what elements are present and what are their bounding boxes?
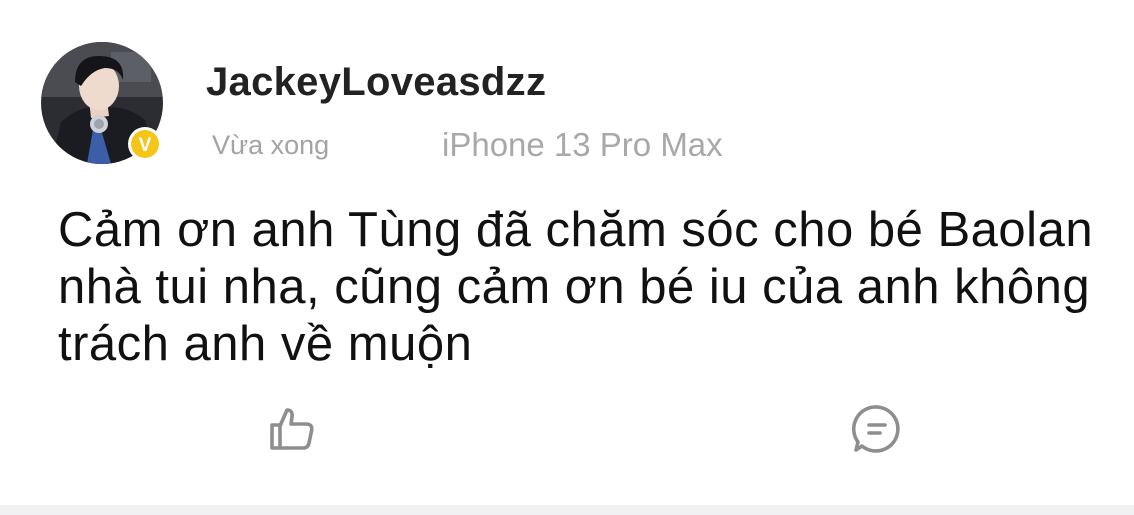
bottom-divider <box>0 505 1134 515</box>
post-device: iPhone 13 Pro Max <box>442 126 723 163</box>
comment-icon <box>851 405 900 453</box>
verified-badge-icon: V <box>128 127 162 161</box>
thumbs-up-icon <box>270 408 314 450</box>
comment-button[interactable] <box>849 401 905 457</box>
avatar[interactable]: V <box>41 42 163 164</box>
author-username[interactable]: JackeyLoveasdzz <box>206 60 546 105</box>
post-card: V JackeyLoveasdzz Vừa xong iPhone 13 Pro… <box>0 0 1134 505</box>
post-text: Cảm ơn anh Tùng đã chăm sóc cho bé Baola… <box>58 203 1094 371</box>
post-timestamp: Vừa xong <box>212 130 330 160</box>
verified-badge-letter: V <box>139 135 152 156</box>
like-button[interactable] <box>264 400 320 456</box>
